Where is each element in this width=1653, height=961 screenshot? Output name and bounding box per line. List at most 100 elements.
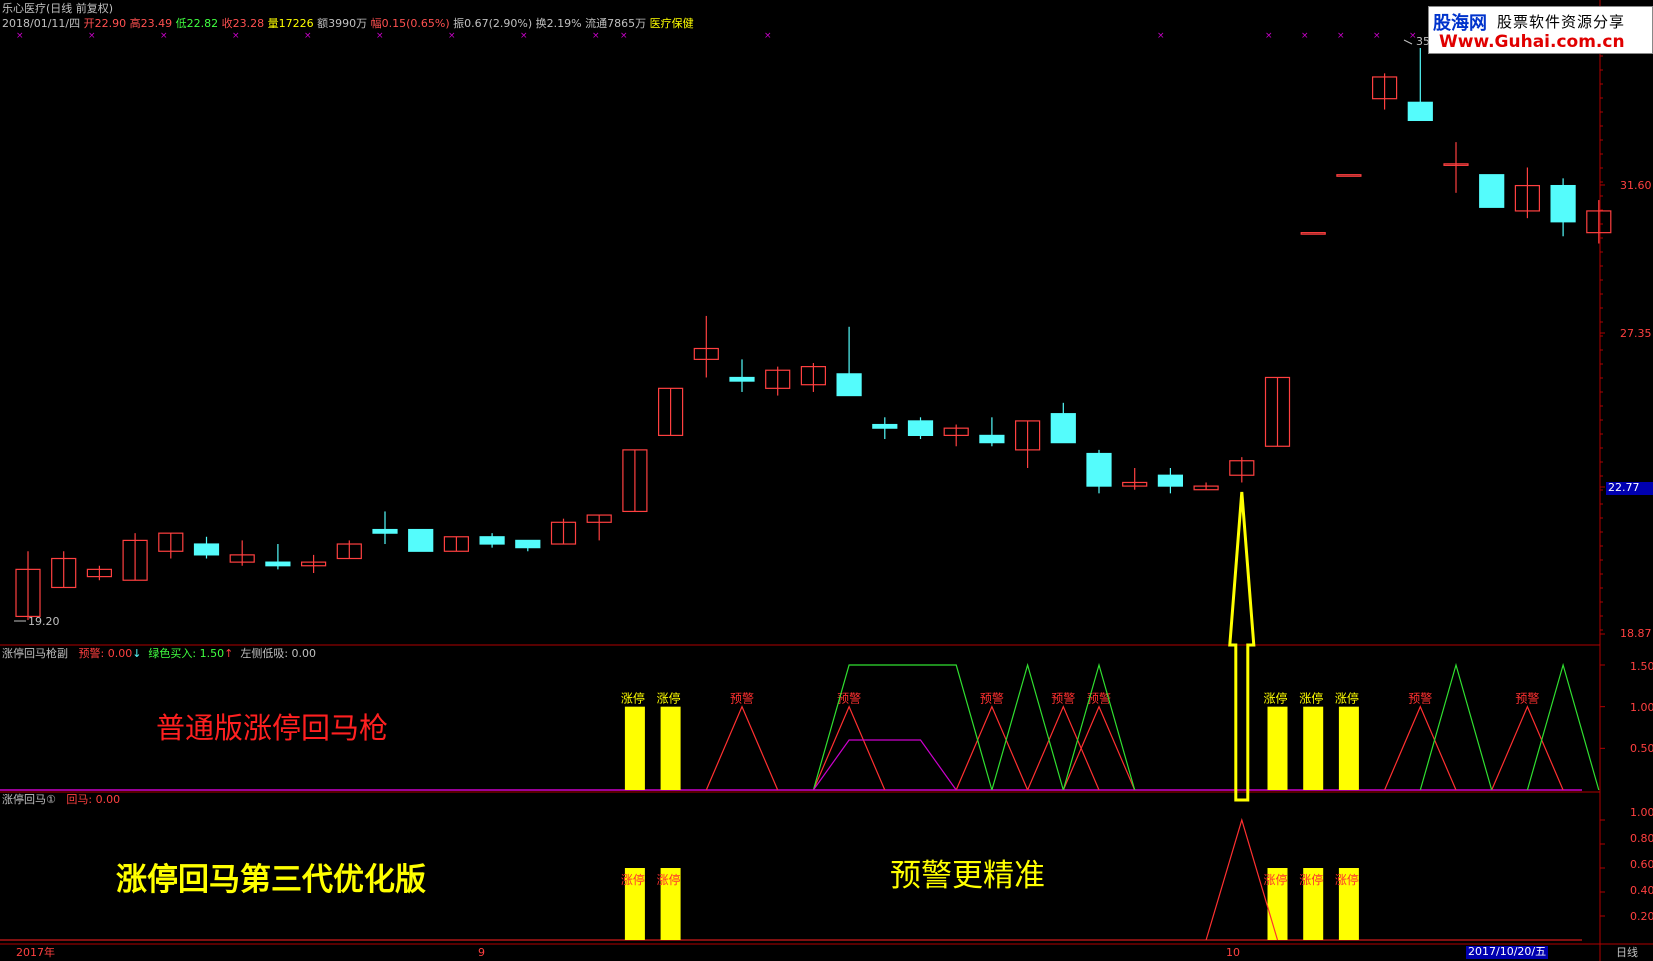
buy-signal-line (1062, 662, 1136, 791)
price-tick-1: 31.60 (1620, 179, 1652, 192)
high-price-mark: 35 (1416, 35, 1430, 48)
zt-bar-p2-label: 涨停 (1299, 872, 1323, 887)
annotation-arrow (1228, 491, 1256, 802)
panel2-tick-100: 1.00 (1630, 806, 1653, 819)
info-mine-marker: × (88, 31, 96, 41)
info-mine-marker: × (160, 31, 168, 41)
float-value: 7865万 (607, 17, 647, 30)
buy-signal-line (1419, 662, 1493, 791)
panel2-annotation-precise: 预警更精准 (890, 858, 1045, 894)
info-mine-marker: × (304, 31, 312, 41)
warn-signal-label: 预警 (1408, 691, 1432, 706)
time-axis-sep: 9 (478, 946, 485, 959)
open-label: 开 (83, 17, 95, 30)
candle-body (836, 373, 862, 397)
left-signal-line (812, 739, 957, 791)
zt-bar-p1-label: 涨停 (657, 691, 681, 706)
float-label: 流通 (585, 17, 608, 30)
candle-body (907, 420, 934, 437)
panel2-tick-040: 0.40 (1630, 884, 1653, 897)
candle-body (1050, 413, 1076, 444)
candle-body (372, 528, 398, 534)
high-label: 高 (129, 17, 141, 30)
quote-bar: 2018/01/11/四 开22.90 高23.49 低22.82 收23.28… (2, 18, 694, 30)
warn-signal-line (1062, 705, 1136, 791)
time-axis-oct: 10 (1226, 946, 1240, 959)
quote-date: 2018/01/11/四 (2, 17, 81, 30)
warn-signal-line (1027, 705, 1100, 791)
arrow-up-icon: ↑ (224, 647, 234, 660)
arrow-down-icon: ↓ (132, 647, 142, 660)
current-price-tag: 22.77 (1606, 482, 1653, 495)
stock-chart[interactable]: × × × × × × × × × × × × × × × × ×涨停 涨停 涨停 涨停 涨停涨停 涨停 涨停 涨停 涨停预警预… (0, 0, 1653, 961)
candle-body (729, 376, 755, 382)
panel1-tick-100: 1.00 (1630, 701, 1653, 714)
low-price-mark: 19.20 (28, 615, 60, 628)
panel2-header[interactable]: 涨停回马① 回马: 0.00 (2, 794, 120, 806)
info-mine-marker: × (232, 31, 240, 41)
zt-bar-p1 (1338, 706, 1359, 790)
candle-body (872, 423, 898, 429)
zt-bar-p1 (624, 706, 645, 790)
candle-body (1300, 232, 1326, 235)
warn-signal-line (1384, 705, 1457, 791)
time-axis-start: 2017年 (16, 946, 55, 959)
amp-value: 0.67(2.90%) (464, 17, 533, 30)
zt-bar-p2-label: 涨停 (657, 872, 681, 887)
zt-bar-p1 (1303, 706, 1324, 790)
low-label: 低 (175, 17, 187, 30)
info-mine-marker: × (1157, 31, 1165, 41)
logo-url: Www.Guhai.com.cn (1439, 32, 1625, 52)
turn-value: 2.19% (546, 17, 582, 30)
period-label[interactable]: 日线 (1616, 947, 1638, 959)
turn-label: 换 (535, 17, 547, 30)
amt-label: 额 (317, 17, 329, 30)
info-mine-marker: × (376, 31, 384, 41)
open-value: 22.90 (94, 17, 127, 30)
warn-signal-label: 预警 (730, 691, 754, 706)
panel1-warn-value: 预警: 0.00 (78, 647, 133, 660)
buy-signal-line (991, 662, 1064, 791)
buy-signal-line (1526, 662, 1600, 791)
chg-label: 幅 (370, 17, 382, 30)
amp-label: 振 (453, 17, 465, 30)
panel2-huima-value: 回马: 0.00 (66, 793, 121, 806)
panel1-buy-value: 绿色买入: 1.50 (148, 647, 225, 660)
zt-bar-p1-label: 涨停 (1299, 691, 1323, 706)
info-mine-marker: × (1301, 31, 1309, 41)
panel1-annotation: 普通版涨停回马枪 (156, 711, 389, 745)
close-label: 收 (221, 17, 233, 30)
cursor-date-tag: 2017/10/20/五 (1466, 945, 1548, 959)
warn-signal-label: 预警 (980, 691, 1004, 706)
panel2-tick-020: 0.20 (1630, 910, 1653, 923)
panel1-name: 涨停回马枪副 (2, 647, 68, 660)
high-value: 23.49 (140, 17, 173, 30)
panel1-header[interactable]: 涨停回马枪副 预警: 0.00↓ 绿色买入: 1.50↑ 左侧低吸: 0.00 (2, 648, 316, 660)
candle-body (1479, 174, 1505, 208)
zt-bar-p2-label: 涨停 (621, 872, 645, 887)
price-tick-4: 18.87 (1620, 627, 1652, 640)
zt-bar-p1-label: 涨停 (1264, 691, 1288, 706)
panel2-name: 涨停回马① (2, 793, 56, 806)
info-mine-marker: × (1373, 31, 1381, 41)
panel2-tick-080: 0.80 (1630, 832, 1653, 845)
candle-body (1407, 101, 1433, 122)
warn-signal-label: 预警 (1051, 691, 1075, 706)
candle-body (1550, 184, 1576, 223)
sector-label: 医疗保健 (649, 17, 694, 30)
candle-body (193, 543, 220, 556)
zt-bar-p2-label: 涨停 (1264, 872, 1288, 887)
warn-signal-line (1491, 705, 1564, 791)
info-mine-marker: × (592, 31, 600, 41)
candle-body (408, 528, 434, 552)
panel2-annotation: 涨停回马第三代优化版 (116, 862, 426, 898)
zt-bar-p1-label: 涨停 (1335, 691, 1359, 706)
info-mine-marker: × (448, 31, 456, 41)
candle-body (265, 561, 291, 567)
candle-body (1336, 174, 1362, 177)
candle-body (515, 539, 541, 549)
zt-bar-p1-label: 涨停 (621, 691, 645, 706)
panel2-tick-060: 0.60 (1630, 858, 1653, 871)
vol-value: 17226 (278, 17, 314, 30)
guhai-logo[interactable]: 股海网 股票软件资源分享 Www.Guhai.com.cn (1428, 6, 1653, 54)
